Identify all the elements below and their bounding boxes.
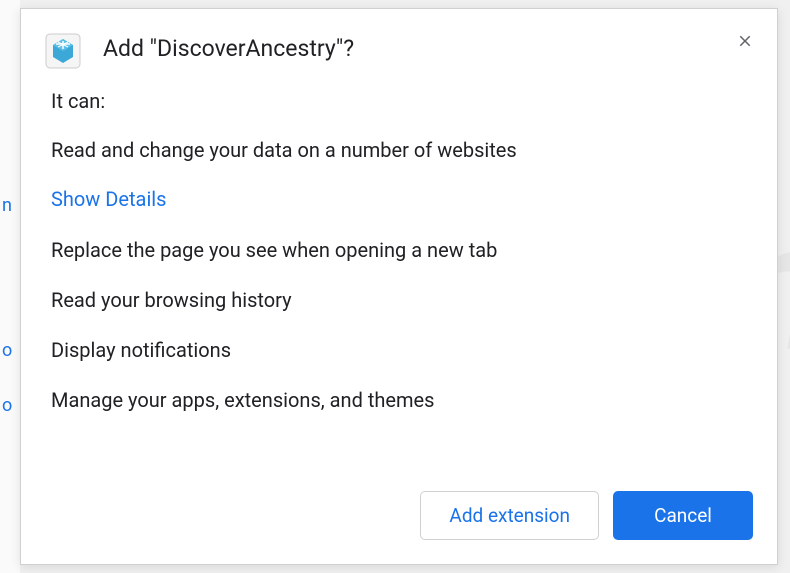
permission-item: Read your browsing history bbox=[51, 287, 747, 313]
bg-fragment: o bbox=[2, 395, 12, 416]
cancel-button[interactable]: Cancel bbox=[613, 491, 753, 540]
dialog-footer: Add extension Cancel bbox=[21, 491, 777, 564]
close-icon bbox=[736, 32, 754, 50]
dialog-body: It can: Read and change your data on a n… bbox=[21, 69, 777, 491]
permission-item: Manage your apps, extensions, and themes bbox=[51, 387, 747, 413]
extension-install-dialog: Add "DiscoverAncestry"? It can: Read and… bbox=[20, 8, 778, 565]
permission-item: Display notifications bbox=[51, 337, 747, 363]
extension-icon bbox=[45, 33, 81, 69]
permissions-intro: It can: bbox=[51, 89, 747, 113]
close-button[interactable] bbox=[731, 27, 759, 55]
permission-item: Read and change your data on a number of… bbox=[51, 137, 747, 163]
dialog-header: Add "DiscoverAncestry"? bbox=[21, 9, 777, 69]
bg-fragment: o bbox=[2, 340, 12, 361]
add-extension-button[interactable]: Add extension bbox=[420, 491, 599, 540]
permission-item: Replace the page you see when opening a … bbox=[51, 237, 747, 263]
bg-fragment: n bbox=[2, 195, 12, 216]
background-edge: n o o bbox=[0, 0, 20, 573]
show-details-link[interactable]: Show Details bbox=[51, 187, 167, 211]
dialog-title: Add "DiscoverAncestry"? bbox=[103, 35, 354, 62]
